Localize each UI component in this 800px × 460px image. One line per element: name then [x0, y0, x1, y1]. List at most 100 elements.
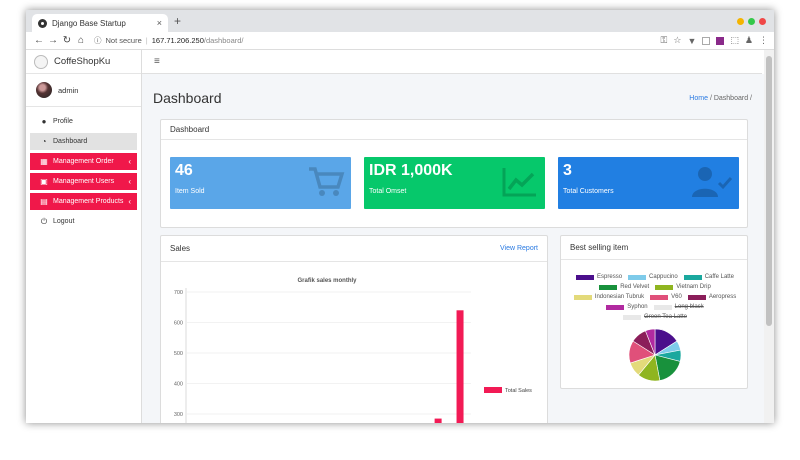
legend-swatch [653, 305, 672, 310]
sidebar-item-label: Logout [53, 218, 75, 225]
orders-icon: ▦ [40, 157, 48, 166]
profile-icon[interactable]: ♟ [745, 35, 753, 46]
filter-icon[interactable]: ▼ [687, 36, 696, 46]
sidebar-item-management-products[interactable]: ▤ Management Products ‹ [30, 193, 137, 210]
legend-item[interactable]: Caffe Latte [683, 274, 734, 281]
power-icon: ⏻ [40, 216, 48, 226]
legend-swatch [650, 295, 669, 300]
stat-box-total-omset: IDR 1,000K Total Omset [364, 157, 545, 209]
legend-swatch [573, 295, 592, 300]
legend-label: Long black [674, 304, 704, 310]
home-icon[interactable]: ⌂ [74, 35, 88, 46]
legend-swatch [687, 295, 706, 300]
back-icon[interactable]: ← [32, 35, 46, 46]
legend-item[interactable]: Indonesian Tubruk [573, 294, 645, 301]
sales-card: Sales View Report Grafik sales monthly 70… [160, 235, 548, 423]
stat-box-total-customers: 3 Total Customers [558, 157, 739, 209]
extension-icon[interactable] [716, 36, 725, 45]
sales-card-header: Sales View Report [161, 236, 547, 262]
legend-item[interactable]: Cappucino [628, 274, 678, 281]
sidebar-item-label: Management Order [53, 158, 114, 165]
brand[interactable]: CoffeShopKu [26, 50, 141, 74]
reload-icon[interactable]: ↻ [60, 35, 74, 46]
dashboard-icon: ◔ [41, 137, 47, 146]
user-panel[interactable]: admin [26, 74, 141, 107]
chevron-left-icon: ‹ [128, 197, 131, 206]
legend-item[interactable]: Long black [653, 304, 704, 311]
main-content: Dashboard Home / Dashboard / Dashboard 4… [142, 74, 764, 423]
sidebar-item-label: Dashboard [53, 138, 88, 145]
legend-label: Total Sales [505, 388, 532, 394]
user-name: admin [58, 85, 79, 95]
legend-item[interactable]: Green Tea Latte [623, 314, 687, 321]
legend-item[interactable]: Red Velvet [599, 284, 649, 291]
stat-label: Item Sold [175, 188, 205, 195]
legend-swatch [655, 285, 674, 290]
breadcrumb-separator: / [709, 95, 712, 102]
breadcrumb: Home / Dashboard / [689, 95, 752, 102]
legend-swatch [484, 387, 502, 393]
users-icon: ▣ [40, 177, 48, 186]
stat-label: Total Omset [369, 188, 407, 195]
close-tab-icon[interactable]: × [157, 18, 162, 28]
url-host: 167.71.206.250 [151, 36, 204, 45]
info-icon[interactable]: ⓘ [94, 35, 102, 46]
sidebar-item-management-order[interactable]: ▦ Management Order ‹ [30, 153, 137, 170]
sales-bar-chart: Grafik sales monthly 700 600 500 400 300 Total… [174, 278, 532, 423]
brand-name: CoffeShopKu [54, 56, 111, 67]
best-selling-card: Best selling item Espresso Cappucino Caffe… [560, 235, 748, 389]
legend-swatch [683, 275, 702, 280]
y-tick-label: 700 [174, 290, 183, 296]
hamburger-menu-icon[interactable]: ≡ [154, 56, 160, 67]
sidebar-item-management-users[interactable]: ▣ Management Users ‹ [30, 173, 137, 190]
coffee-logo-icon [34, 54, 48, 69]
sidebar-item-label: Profile [53, 118, 73, 125]
breadcrumb-separator: / [750, 95, 752, 102]
legend-swatch [606, 305, 625, 310]
more-menu-icon[interactable]: ⋮ [759, 35, 768, 46]
legend-label: Aeropress [708, 294, 737, 300]
breadcrumb-current: Dashboard [713, 95, 749, 102]
url-field[interactable]: ⓘ Not secure | 167.71.206.250 /dashboard… [94, 35, 244, 46]
star-icon[interactable]: ☆ [673, 35, 681, 46]
y-tick-label: 400 [174, 382, 183, 388]
page-scrollbar[interactable] [764, 50, 774, 423]
forward-icon[interactable]: → [46, 35, 60, 46]
legend-label: Syphon [627, 304, 648, 310]
scrollbar-thumb[interactable] [766, 56, 772, 326]
legend-swatch [576, 275, 595, 280]
sidebar-menu: ● Profile ◔ Dashboard ▦ Management Order… [26, 107, 141, 230]
legend-item[interactable]: Aeropress [687, 294, 737, 301]
legend-item[interactable]: Syphon [606, 304, 648, 311]
new-tab-button[interactable]: + [174, 14, 181, 28]
maximize-button[interactable] [748, 18, 755, 25]
legend-label: Espresso [597, 274, 623, 280]
best-selling-card-header: Best selling item [561, 236, 747, 260]
not-secure-label: Not secure [105, 36, 142, 45]
sidebar-item-profile[interactable]: ● Profile [30, 113, 137, 130]
extension-icon[interactable]: ⬚ [730, 35, 739, 46]
legend-label: Cappucino [649, 274, 678, 280]
sidebar-item-label: Management Users [53, 178, 115, 185]
window-controls [737, 18, 766, 25]
legend-item[interactable]: Espresso [576, 274, 622, 281]
legend-swatch [599, 285, 618, 290]
view-report-link[interactable]: View Report [500, 245, 538, 252]
key-icon[interactable]: ⚿ [661, 35, 668, 46]
summary-card: Dashboard 46 Item Sold IDR 1,000K Total … [160, 119, 748, 228]
summary-card-header: Dashboard [161, 120, 747, 140]
legend-label: Vietnam Drip [676, 284, 711, 290]
breadcrumb-home-link[interactable]: Home [689, 95, 708, 102]
legend-item[interactable]: V60 [650, 294, 682, 301]
browser-tab[interactable]: Django Base Startup × [32, 14, 168, 32]
legend-label: Indonesian Tubruk [594, 294, 645, 300]
sidebar-item-dashboard[interactable]: ◔ Dashboard [30, 133, 137, 150]
y-tick-label: 600 [174, 321, 183, 327]
close-window-button[interactable] [759, 18, 766, 25]
extension-icon[interactable] [702, 36, 711, 45]
sidebar-item-logout[interactable]: ⏻ Logout [30, 213, 137, 230]
legend-item[interactable]: Vietnam Drip [655, 284, 711, 291]
cart-icon [309, 167, 345, 196]
stat-value: 46 [175, 162, 193, 179]
minimize-button[interactable] [737, 18, 744, 25]
